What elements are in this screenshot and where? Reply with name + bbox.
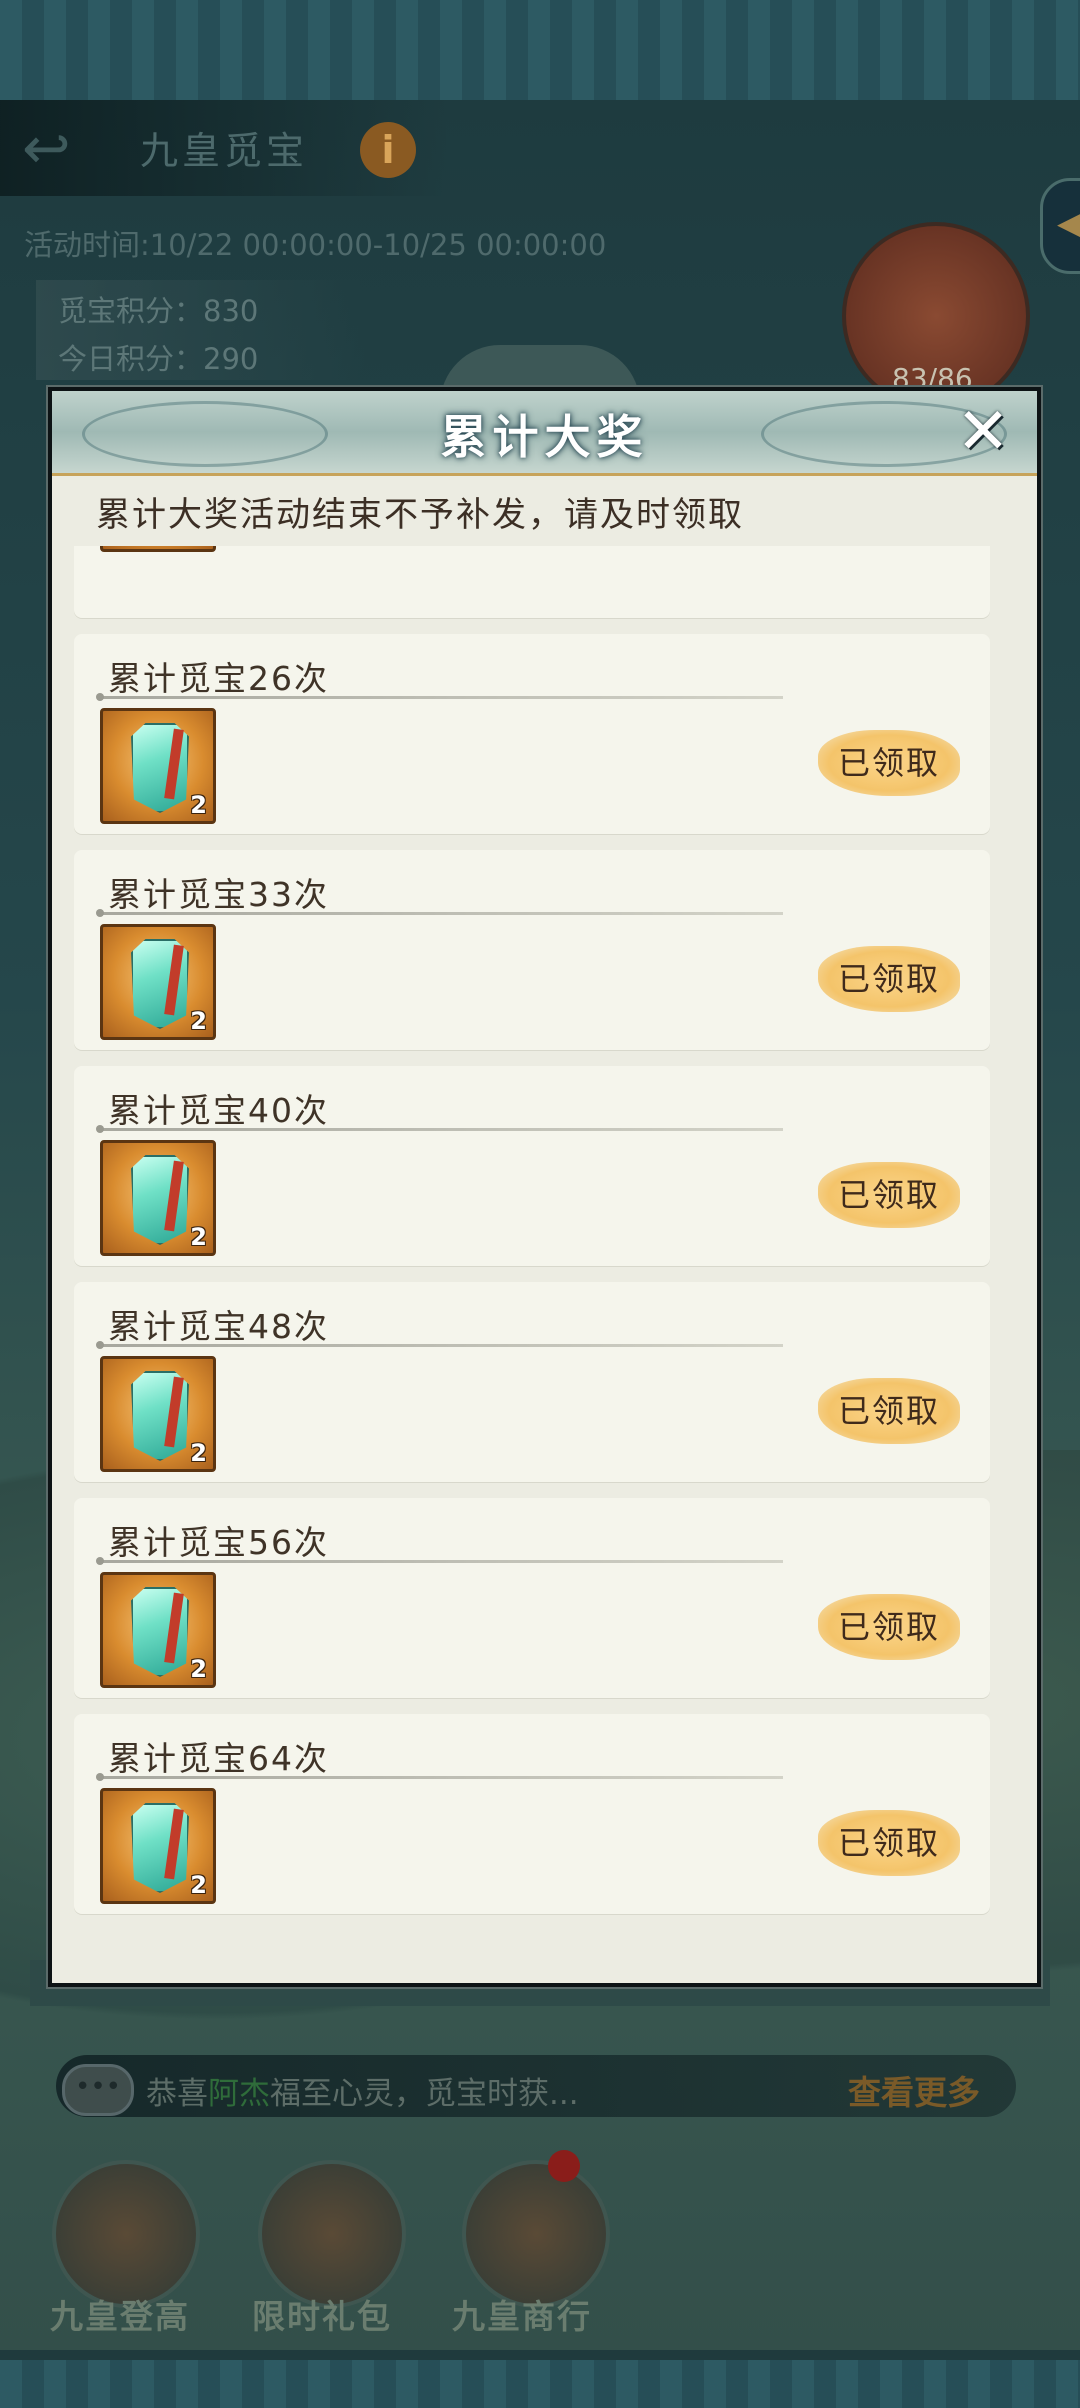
reward-list-content: 2 已领取 累计觅宝26次 2 已领取 累计觅宝33次 2 已领取 累计觅宝40…	[74, 546, 1014, 1930]
divider	[96, 693, 783, 701]
divider	[96, 1557, 783, 1565]
jade-token-icon[interactable]: 2	[100, 708, 216, 824]
back-arrow-icon[interactable]: ↩	[22, 118, 102, 178]
claimed-button[interactable]: 已领取	[818, 1378, 960, 1444]
divider	[96, 1773, 783, 1781]
reward-count: 2	[190, 1655, 207, 1683]
reward-count: 2	[190, 1007, 207, 1035]
divider	[96, 909, 783, 917]
modal-title: 累计大奖	[440, 410, 649, 464]
claimed-button[interactable]: 已领取	[818, 730, 960, 796]
jade-token-icon[interactable]: 2	[100, 1572, 216, 1688]
reward-count: 2	[190, 1439, 207, 1467]
jade-token-icon[interactable]: 2	[100, 1356, 216, 1472]
divider	[96, 1125, 783, 1133]
top-decor-strip	[0, 0, 1080, 100]
nav-button-gift-pack[interactable]	[258, 2160, 406, 2308]
nav-button-climb[interactable]	[52, 2160, 200, 2308]
nav-label-climb: 九皇登高	[50, 2297, 190, 2336]
reward-row: 累计觅宝64次 2 已领取	[74, 1714, 990, 1914]
today-score: 今日积分：290	[58, 342, 259, 376]
jade-token-icon[interactable]: 2	[100, 546, 216, 552]
cumulative-reward-modal: 累计大奖 ✕ 累计大奖活动结束不予补发，请及时领取 2 已领取 累计觅宝26次 …	[48, 387, 1041, 1987]
reward-row-title: 累计觅宝40次	[108, 1091, 329, 1130]
nav-label-gift-pack: 限时礼包	[252, 2297, 392, 2336]
claimed-button[interactable]: 已领取	[818, 946, 960, 1012]
reward-count: 2	[190, 791, 207, 819]
reward-row-title: 累计觅宝26次	[108, 659, 329, 698]
reward-row: 累计觅宝48次 2 已领取	[74, 1282, 990, 1482]
claimed-button[interactable]: 已领取	[818, 1162, 960, 1228]
treasure-score: 觅宝积分：830	[58, 294, 259, 328]
reward-count: 2	[190, 1871, 207, 1899]
ticker-prefix: 恭喜	[146, 2076, 208, 2112]
info-icon[interactable]: i	[360, 122, 416, 178]
reward-row-title: 累计觅宝56次	[108, 1523, 329, 1562]
reward-row-title: 累计觅宝64次	[108, 1739, 329, 1778]
modal-notice: 累计大奖活动结束不予补发，请及时领取	[96, 495, 744, 535]
activity-time: 活动时间:10/22 00:00:00-10/25 00:00:00	[24, 228, 607, 262]
jade-token-icon[interactable]: 2	[100, 1140, 216, 1256]
jade-token-icon[interactable]: 2	[100, 1788, 216, 1904]
chat-bubble-icon[interactable]: •••	[62, 2064, 134, 2116]
reward-row: 2 已领取	[74, 546, 990, 618]
bottom-decor-strip	[0, 2360, 1080, 2408]
ticker-text: 恭喜阿杰福至心灵，觅宝时获...	[146, 2068, 579, 2113]
chevron-left-icon: ◀	[1057, 203, 1080, 244]
page-title: 九皇觅宝	[140, 129, 309, 173]
ticker-suffix: 福至心灵，觅宝时获...	[270, 2076, 579, 2112]
nav-button-shop[interactable]	[462, 2160, 610, 2308]
reward-row-title: 累计觅宝48次	[108, 1307, 329, 1346]
reward-row-title: 累计觅宝33次	[108, 875, 329, 914]
reward-count: 2	[190, 1223, 207, 1251]
notification-dot	[548, 2150, 580, 2182]
nav-label-shop: 九皇商行	[452, 2297, 592, 2336]
reward-row: 累计觅宝26次 2 已领取	[74, 634, 990, 834]
reward-row: 累计觅宝56次 2 已领取	[74, 1498, 990, 1698]
reward-list[interactable]: 2 已领取 累计觅宝26次 2 已领取 累计觅宝33次 2 已领取 累计觅宝40…	[74, 546, 1014, 1944]
ticker-player-name: 阿杰	[208, 2076, 270, 2112]
claimed-button[interactable]: 已领取	[818, 1810, 960, 1876]
divider	[96, 1341, 783, 1349]
side-panel-toggle[interactable]: ◀	[1040, 178, 1080, 274]
reward-count: 2	[190, 546, 207, 547]
jade-token-icon[interactable]: 2	[100, 924, 216, 1040]
close-icon[interactable]: ✕	[948, 399, 1018, 465]
reward-row: 累计觅宝40次 2 已领取	[74, 1066, 990, 1266]
view-more-link[interactable]: 查看更多	[848, 2066, 980, 2114]
claimed-button[interactable]: 已领取	[818, 1594, 960, 1660]
reward-row: 累计觅宝33次 2 已领取	[74, 850, 990, 1050]
